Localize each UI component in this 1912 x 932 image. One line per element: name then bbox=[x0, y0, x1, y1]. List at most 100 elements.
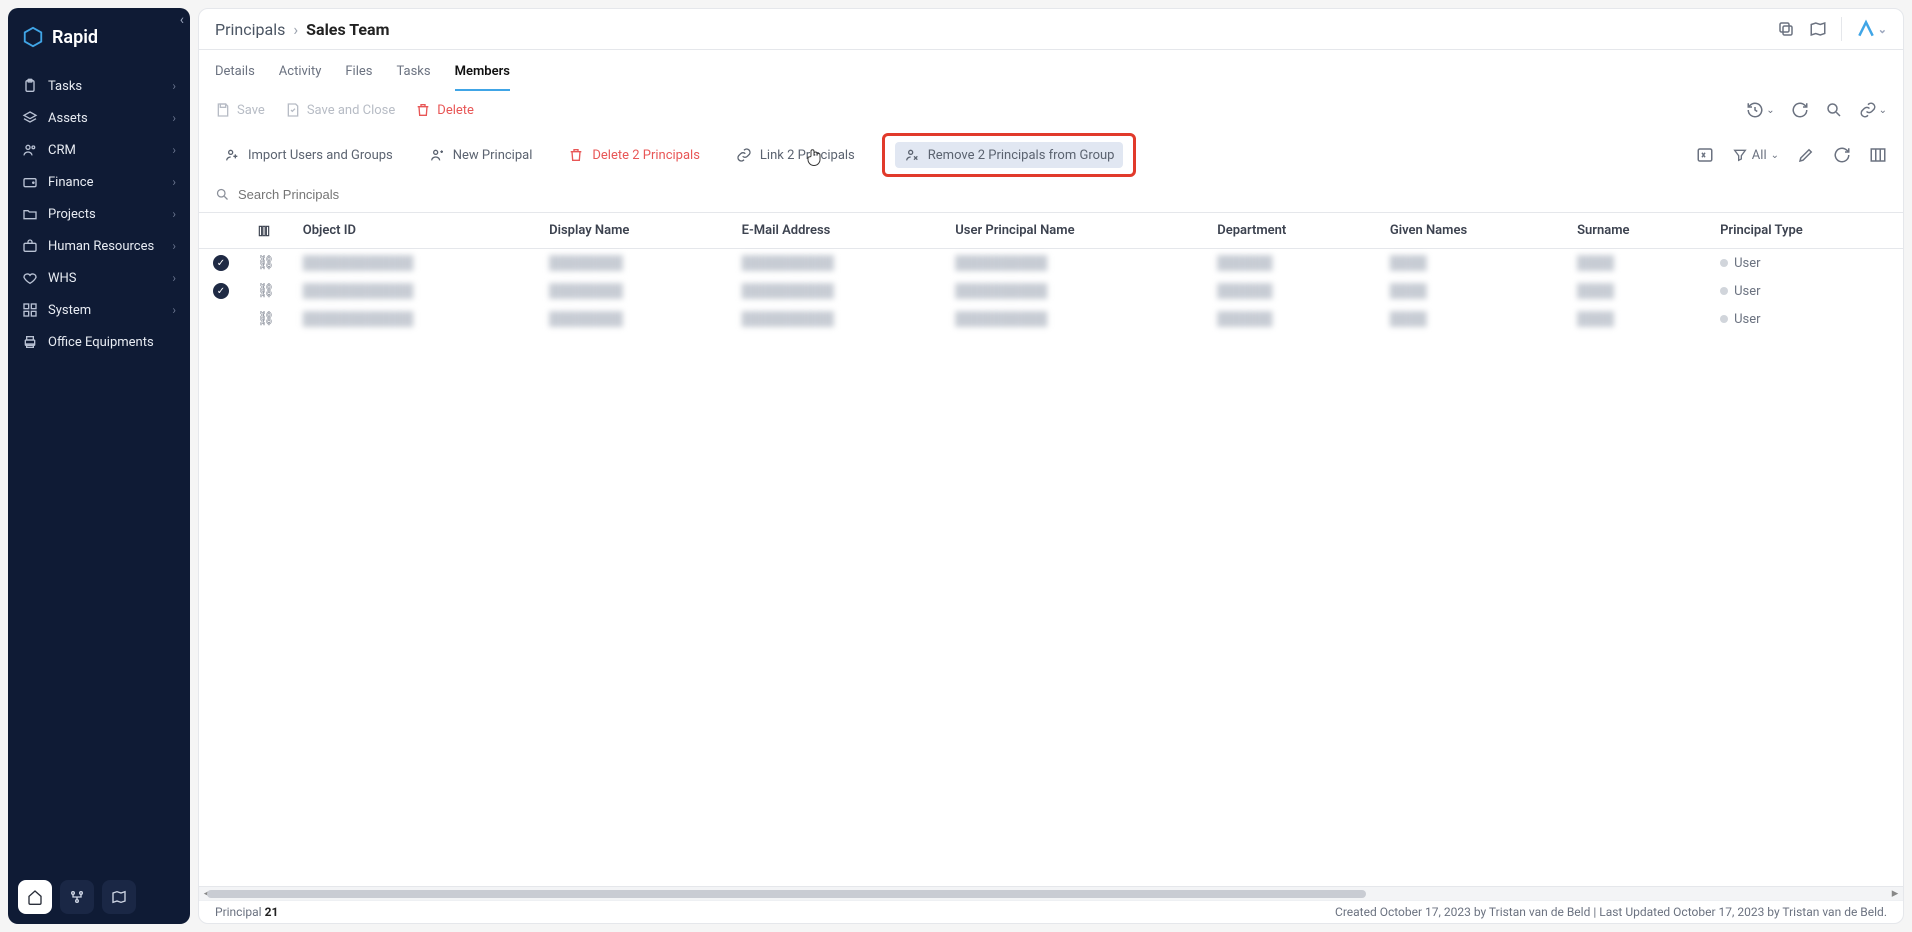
button-label: Delete bbox=[437, 103, 474, 118]
remove-principals-button[interactable]: Remove 2 Principals from Group bbox=[895, 142, 1124, 168]
search-icon bbox=[1825, 101, 1843, 119]
trash-icon bbox=[415, 102, 431, 118]
sidebar-item-finance[interactable]: Finance › bbox=[8, 166, 190, 198]
col-given-names[interactable]: Given Names bbox=[1376, 213, 1563, 249]
col-object-id[interactable]: Object ID bbox=[289, 213, 535, 249]
import-users-button[interactable]: Import Users and Groups bbox=[215, 142, 402, 168]
tab-details[interactable]: Details bbox=[215, 54, 255, 91]
breadcrumb-parent[interactable]: Principals bbox=[215, 20, 285, 39]
history-icon bbox=[1746, 101, 1764, 119]
export-excel-button[interactable] bbox=[1696, 146, 1714, 164]
button-label: Save bbox=[237, 103, 265, 118]
record-count: Principal 21 bbox=[215, 905, 278, 919]
pencil-icon bbox=[1797, 146, 1815, 164]
button-label: Save and Close bbox=[307, 103, 395, 118]
delete-principals-button[interactable]: Delete 2 Principals bbox=[559, 142, 709, 168]
chevron-down-icon: ⌄ bbox=[1771, 150, 1779, 161]
table-row[interactable]: ✓ ⛓ ████████████████████████████████████… bbox=[199, 249, 1903, 278]
column-picker-header[interactable] bbox=[243, 213, 289, 249]
dock-map-button[interactable] bbox=[102, 880, 136, 914]
sidebar-item-label: CRM bbox=[48, 143, 76, 158]
table-row[interactable]: ⛓ ██████████████████████████████████████… bbox=[199, 305, 1903, 333]
tab-tasks[interactable]: Tasks bbox=[396, 54, 430, 91]
search-button[interactable] bbox=[1825, 101, 1843, 119]
save-and-close-button[interactable]: Save and Close bbox=[285, 102, 395, 118]
principals-table: Object ID Display Name E-Mail Address Us… bbox=[199, 213, 1903, 333]
sidebar-item-crm[interactable]: CRM › bbox=[8, 134, 190, 166]
a-logo-icon bbox=[1856, 19, 1876, 39]
tabs: Details Activity Files Tasks Members bbox=[199, 50, 1903, 91]
table-row[interactable]: ✓ ⛓ ████████████████████████████████████… bbox=[199, 277, 1903, 305]
search-input[interactable] bbox=[238, 187, 1887, 202]
action-toolbar: Import Users and Groups New Principal De… bbox=[199, 129, 1903, 181]
user-type-icon: ⛓ bbox=[257, 255, 275, 271]
tab-label: Activity bbox=[279, 64, 322, 79]
sidebar-item-label: Assets bbox=[48, 111, 88, 126]
entity-label: Principal bbox=[215, 905, 262, 919]
row-selected-check-icon[interactable]: ✓ bbox=[213, 283, 229, 299]
app-menu-button[interactable]: ⌄ bbox=[1856, 19, 1887, 39]
horizontal-scrollbar[interactable]: ◂ ▸ bbox=[199, 886, 1903, 900]
refresh-button[interactable] bbox=[1791, 101, 1809, 119]
count-value: 21 bbox=[265, 905, 279, 919]
sidebar-item-whs[interactable]: WHS › bbox=[8, 262, 190, 294]
save-button[interactable]: Save bbox=[215, 102, 265, 118]
col-upn[interactable]: User Principal Name bbox=[941, 213, 1203, 249]
refresh-icon bbox=[1833, 146, 1851, 164]
brand-name: Rapid bbox=[52, 27, 98, 48]
grid-icon bbox=[22, 302, 38, 318]
breadcrumb-current: Sales Team bbox=[306, 20, 389, 39]
dock-hierarchy-button[interactable] bbox=[60, 880, 94, 914]
copy-icon[interactable] bbox=[1777, 20, 1795, 38]
layers-icon bbox=[22, 110, 38, 126]
button-label: Remove 2 Principals from Group bbox=[928, 148, 1115, 163]
topbar: Principals › Sales Team ⌄ bbox=[199, 9, 1903, 50]
sidebar-item-tasks[interactable]: Tasks › bbox=[8, 70, 190, 102]
filter-dropdown[interactable]: All ⌄ bbox=[1732, 147, 1779, 163]
scrollbar-thumb[interactable] bbox=[207, 890, 1366, 898]
tab-label: Tasks bbox=[396, 64, 430, 79]
sidebar-item-human-resources[interactable]: Human Resources › bbox=[8, 230, 190, 262]
user-remove-icon bbox=[904, 147, 920, 163]
chevron-right-icon: › bbox=[172, 175, 176, 189]
link-dropdown[interactable]: ⌄ bbox=[1859, 101, 1887, 119]
map-icon[interactable] bbox=[1809, 20, 1827, 38]
row-selected-check-icon[interactable]: ✓ bbox=[213, 255, 229, 271]
status-dot-icon bbox=[1720, 315, 1728, 323]
logo-hex-icon bbox=[22, 26, 44, 48]
chevron-down-icon: ⌄ bbox=[1878, 23, 1887, 36]
tab-files[interactable]: Files bbox=[345, 54, 372, 91]
history-dropdown[interactable]: ⌄ bbox=[1746, 101, 1774, 119]
principals-table-wrap: Object ID Display Name E-Mail Address Us… bbox=[199, 212, 1903, 886]
sidebar-item-system[interactable]: System › bbox=[8, 294, 190, 326]
scroll-right-icon[interactable]: ▸ bbox=[1887, 887, 1903, 901]
chevron-right-icon: › bbox=[172, 143, 176, 157]
col-surname[interactable]: Surname bbox=[1563, 213, 1706, 249]
sidebar-dock bbox=[8, 870, 190, 924]
link-principals-button[interactable]: Link 2 Principals bbox=[727, 142, 864, 168]
columns-button[interactable] bbox=[1869, 146, 1887, 164]
col-principal-type[interactable]: Principal Type bbox=[1706, 213, 1903, 249]
chevron-right-icon: › bbox=[172, 207, 176, 221]
sidebar-item-projects[interactable]: Projects › bbox=[8, 198, 190, 230]
briefcase-icon bbox=[22, 238, 38, 254]
sidebar-item-assets[interactable]: Assets › bbox=[8, 102, 190, 134]
refresh-list-button[interactable] bbox=[1833, 146, 1851, 164]
app-logo: Rapid bbox=[8, 8, 190, 70]
dock-home-button[interactable] bbox=[18, 880, 52, 914]
tab-activity[interactable]: Activity bbox=[279, 54, 322, 91]
new-principal-button[interactable]: New Principal bbox=[420, 142, 542, 168]
col-email[interactable]: E-Mail Address bbox=[728, 213, 942, 249]
topbar-actions: ⌄ bbox=[1777, 17, 1887, 41]
chevron-right-icon: › bbox=[293, 20, 298, 39]
sidebar-collapse-button[interactable]: ‹ bbox=[180, 12, 184, 28]
user-type-icon: ⛓ bbox=[257, 283, 275, 299]
sidebar-item-office-equipments[interactable]: Office Equipments bbox=[8, 326, 190, 358]
col-department[interactable]: Department bbox=[1203, 213, 1376, 249]
tab-members[interactable]: Members bbox=[455, 54, 510, 91]
edit-button[interactable] bbox=[1797, 146, 1815, 164]
sidebar-item-label: Office Equipments bbox=[48, 335, 154, 350]
col-display-name[interactable]: Display Name bbox=[535, 213, 728, 249]
chevron-right-icon: › bbox=[172, 111, 176, 125]
delete-button[interactable]: Delete bbox=[415, 102, 474, 118]
